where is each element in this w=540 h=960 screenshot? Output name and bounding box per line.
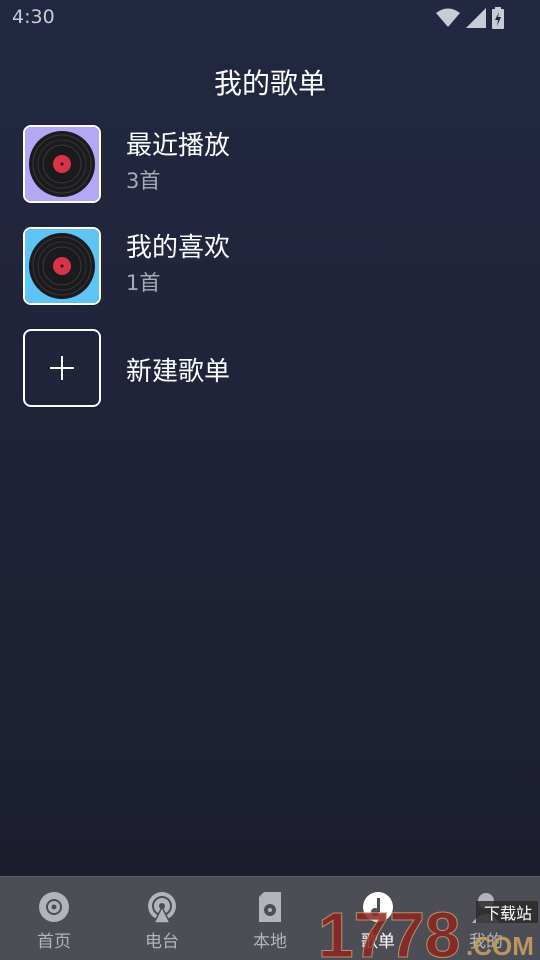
wifi-icon <box>436 8 460 27</box>
plus-icon <box>50 356 74 380</box>
radio-icon <box>148 892 176 923</box>
status-bar: 4:30 <box>0 0 540 36</box>
vinyl-record-icon <box>25 127 99 201</box>
playlist-item-recent[interactable]: 最近播放 3首 <box>0 125 540 205</box>
nav-item-radio[interactable]: 电台 <box>108 877 216 960</box>
playlist-count: 1首 <box>126 271 161 295</box>
nav-label: 首页 <box>37 932 71 952</box>
nav-label: 电台 <box>145 932 179 952</box>
new-playlist-box <box>23 329 101 407</box>
svg-text:下载站: 下载站 <box>484 904 532 923</box>
status-time: 4:30 <box>12 6 55 28</box>
watermark-logo: 1778 下载站 .COM <box>318 899 538 960</box>
playlist-count: 3首 <box>126 169 161 193</box>
nav-item-local[interactable]: 本地 <box>216 877 324 960</box>
sd-card-icon <box>259 892 281 922</box>
svg-text:1778: 1778 <box>318 899 460 960</box>
page-title: 我的歌单 <box>213 67 326 100</box>
playlist-cover <box>23 227 101 305</box>
playlist-item-favorites[interactable]: 我的喜欢 1首 <box>0 227 540 307</box>
new-playlist-button[interactable]: 新建歌单 <box>0 329 540 409</box>
nav-item-home[interactable]: 首页 <box>0 877 108 960</box>
new-playlist-label: 新建歌单 <box>126 357 231 387</box>
playlist-cover <box>23 125 101 203</box>
disc-icon <box>39 892 69 922</box>
vinyl-record-icon <box>25 229 99 303</box>
svg-text:.COM: .COM <box>466 931 534 960</box>
status-icons <box>436 7 504 29</box>
battery-icon <box>492 7 504 29</box>
nav-label: 本地 <box>253 932 287 952</box>
signal-icon <box>466 8 486 28</box>
playlist-name: 最近播放 <box>126 131 231 161</box>
playlist-name: 我的喜欢 <box>126 233 231 263</box>
